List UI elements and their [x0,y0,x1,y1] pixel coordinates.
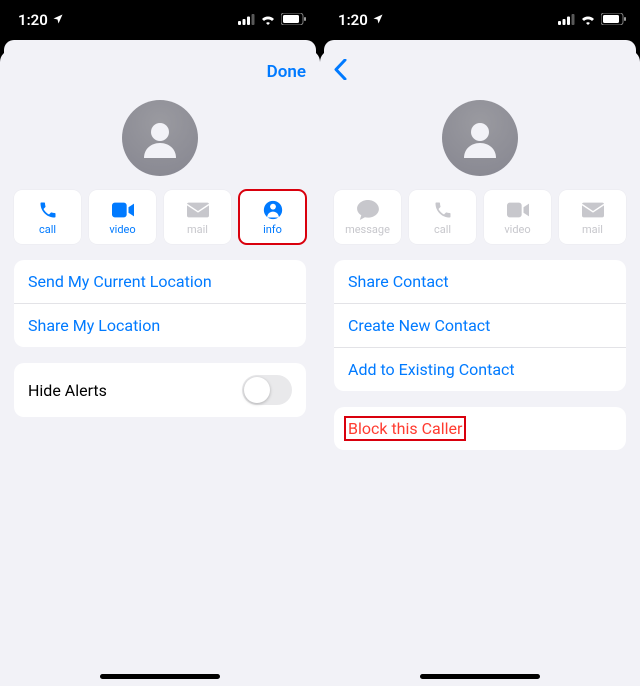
video-label: video [109,223,135,236]
block-this-caller-label: Block this Caller [344,416,466,441]
video-button[interactable]: video [484,190,551,244]
share-my-location-row[interactable]: Share My Location [14,304,306,347]
message-label: message [345,223,390,236]
video-icon [507,199,529,221]
contact-sheet: message call video [320,50,640,686]
nav-bar [320,50,640,94]
mail-button[interactable]: mail [559,190,626,244]
video-button[interactable]: video [89,190,156,244]
back-button[interactable] [334,59,374,86]
signal-icon [238,11,255,29]
mail-label: mail [582,223,603,236]
info-icon [263,199,283,221]
message-icon [357,199,379,221]
status-bar: 1:20 [0,0,320,40]
mail-label: mail [187,223,208,236]
phone-icon [38,199,58,221]
status-time: 1:20 [338,11,368,29]
message-button[interactable]: message [334,190,401,244]
location-group: Send My Current Location Share My Locati… [14,260,306,347]
info-label: info [263,223,282,236]
call-button[interactable]: call [14,190,81,244]
done-button[interactable]: Done [267,62,306,82]
chevron-left-icon [334,59,347,80]
location-arrow-icon [52,11,64,29]
avatar [122,100,198,176]
call-label: call [39,223,56,236]
nav-bar: Done [0,50,320,94]
block-this-caller-row[interactable]: Block this Caller [334,407,626,450]
mail-icon [187,199,209,221]
info-button[interactable]: info [239,190,306,244]
avatar [442,100,518,176]
hide-alerts-label: Hide Alerts [28,381,107,400]
status-time: 1:20 [18,11,48,29]
signal-icon [558,11,575,29]
phone-right: 1:20 [320,0,640,686]
hide-alerts-toggle[interactable] [242,375,292,405]
home-indicator[interactable] [420,674,540,679]
phone-icon [433,199,453,221]
share-contact-row[interactable]: Share Contact [334,260,626,304]
video-icon [112,199,134,221]
add-to-existing-contact-row[interactable]: Add to Existing Contact [334,348,626,391]
block-group: Block this Caller [334,407,626,450]
call-button[interactable]: call [409,190,476,244]
create-new-contact-row[interactable]: Create New Contact [334,304,626,348]
wifi-icon [260,11,276,29]
call-label: call [434,223,451,236]
status-bar: 1:20 [320,0,640,40]
location-arrow-icon [372,11,384,29]
contact-sheet: Done call video [0,50,320,686]
battery-icon [601,11,626,29]
hide-alerts-row[interactable]: Hide Alerts [14,363,306,417]
mail-button[interactable]: mail [164,190,231,244]
phone-left: 1:20 Done [0,0,320,686]
home-indicator[interactable] [100,674,220,679]
send-current-location-row[interactable]: Send My Current Location [14,260,306,304]
battery-icon [281,11,306,29]
wifi-icon [580,11,596,29]
video-label: video [504,223,530,236]
alerts-group: Hide Alerts [14,363,306,417]
mail-icon [582,199,604,221]
contact-actions-group: Share Contact Create New Contact Add to … [334,260,626,391]
